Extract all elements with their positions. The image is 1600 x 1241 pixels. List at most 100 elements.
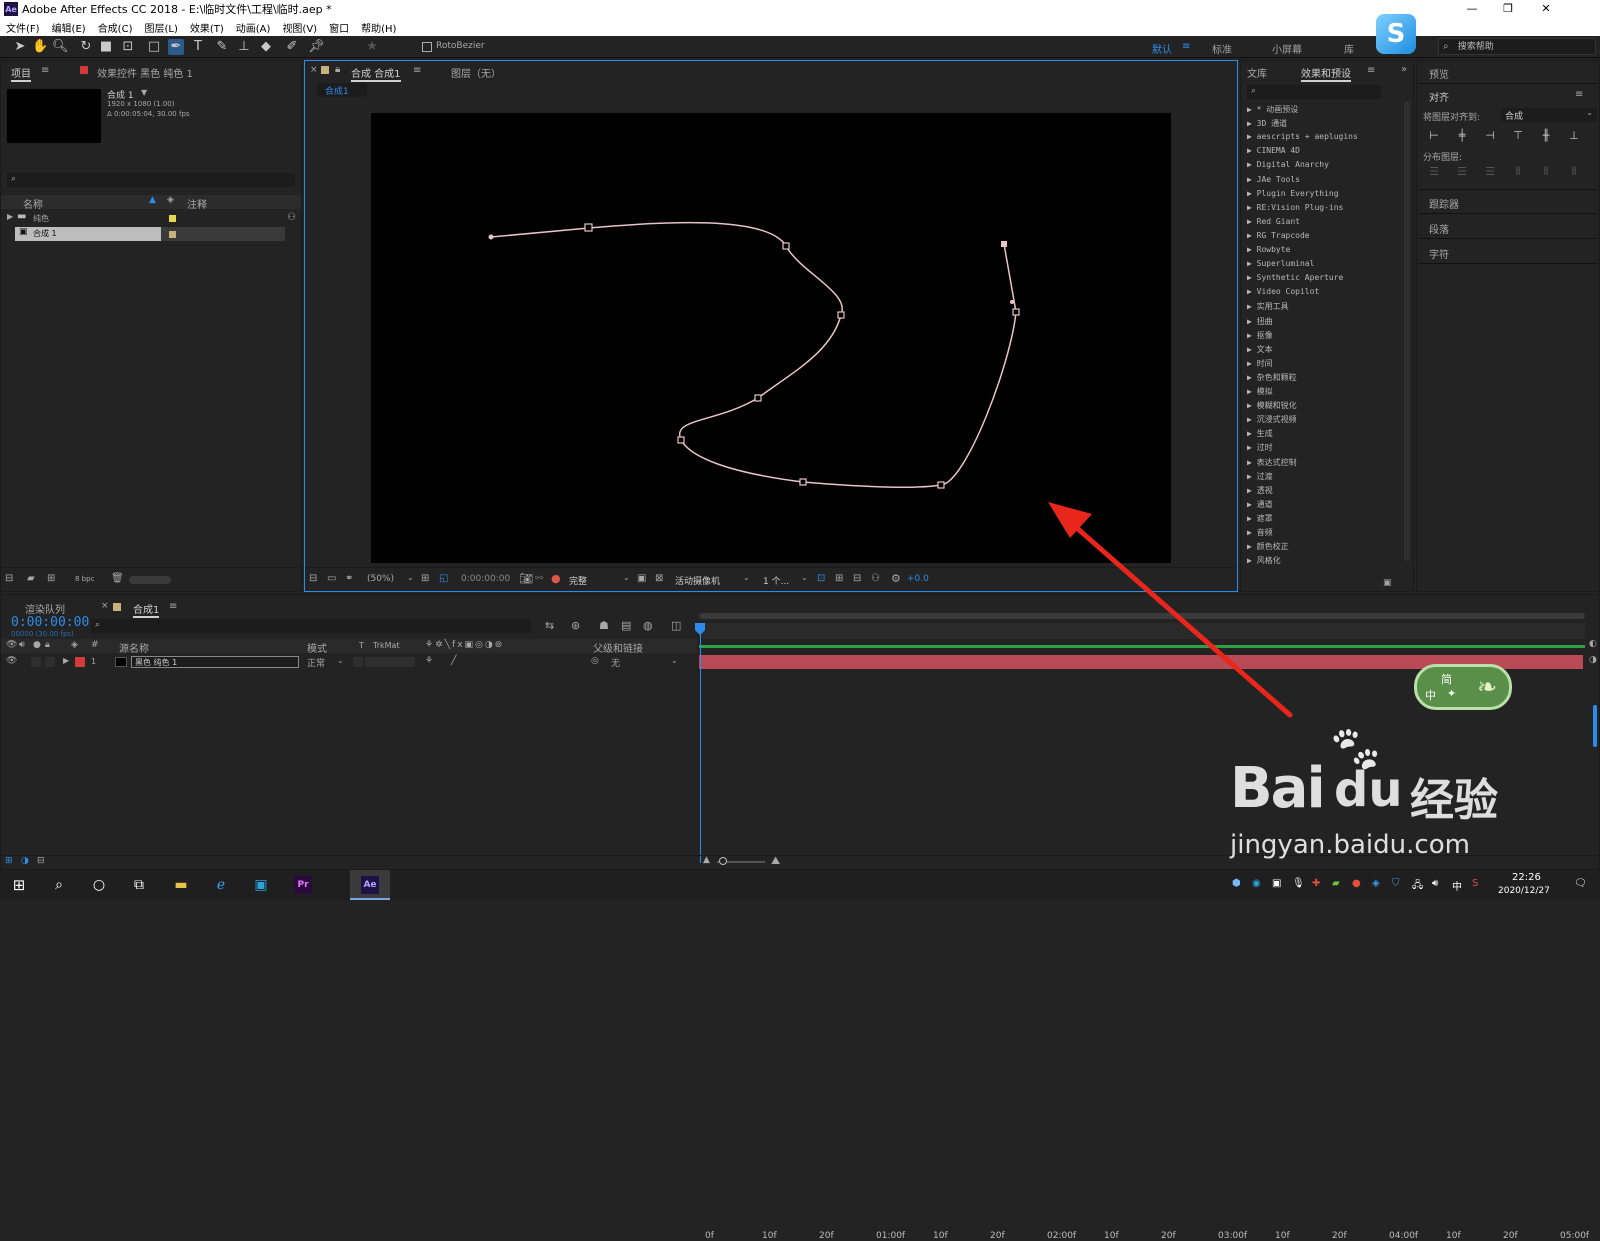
monitor-icon[interactable]: ▭ xyxy=(327,573,336,584)
timeline-zoom-thumb[interactable] xyxy=(719,857,727,865)
menu-effect[interactable]: 效果(T) xyxy=(190,20,224,35)
solo-icon[interactable]: ● xyxy=(33,640,41,650)
taskbar-clock[interactable]: 22:26 xyxy=(1512,872,1541,883)
expand-arrow-icon[interactable]: ▶ xyxy=(1247,146,1257,155)
tray-security-icon[interactable]: ✚ xyxy=(1312,878,1320,889)
lock-icon[interactable]: 🔒︎ xyxy=(335,64,340,75)
tray-vm-icon[interactable]: ▣ xyxy=(1272,878,1281,889)
chevron-down-icon[interactable]: ⌄ xyxy=(801,573,808,582)
workspace-default[interactable]: 默认 xyxy=(1152,41,1172,56)
expand-arrow-icon[interactable]: ▶ xyxy=(1247,175,1257,184)
brush-tool-icon[interactable]: ✎ xyxy=(214,39,230,55)
clone-stamp-tool-icon[interactable]: ⊥ xyxy=(236,39,252,55)
expand-arrow-icon[interactable]: ▶ xyxy=(63,656,69,665)
expand-arrow-icon[interactable]: ▶ xyxy=(1247,359,1257,368)
menu-help[interactable]: 帮助(H) xyxy=(361,20,396,35)
label-tag-icon[interactable]: ◈ xyxy=(167,195,174,205)
expand-arrow-icon[interactable]: ▶ xyxy=(1247,245,1257,254)
ime-simplified-label[interactable]: 简 xyxy=(1441,671,1452,687)
frame-blending-icon[interactable]: ▤ xyxy=(621,619,631,632)
reset-exposure-icon[interactable]: ⚙ xyxy=(891,572,901,585)
type-tool-icon[interactable]: T xyxy=(190,39,206,55)
help-search-input[interactable]: ⌕ 搜索帮助 xyxy=(1438,38,1596,55)
list-item[interactable]: ▶ Digital Anarchy xyxy=(1247,160,1329,169)
comp-mini-flowchart-icon[interactable]: ⇆ xyxy=(545,619,554,632)
list-item[interactable]: ▶ 生成 xyxy=(1247,428,1273,439)
draft-3d-icon[interactable]: ⊛ xyxy=(571,619,580,632)
tray-sync-icon[interactable]: ◉ xyxy=(1252,878,1261,889)
distribute-vcenter-icon[interactable]: ☰ xyxy=(1455,165,1469,179)
lock-icon[interactable]: 🔒︎ xyxy=(45,640,50,650)
puppet-pin-tool-icon[interactable]: 📌︎ xyxy=(308,39,325,55)
modes-toggle-icon[interactable]: ◑ xyxy=(21,856,29,866)
panel-menu-icon[interactable]: ≡ xyxy=(1367,65,1375,76)
trkmat-select[interactable] xyxy=(365,657,415,667)
camera-snapshot-icon[interactable]: 📷︎ xyxy=(519,572,533,585)
expand-arrow-icon[interactable]: ▶ xyxy=(1247,119,1257,128)
audio-icon[interactable]: 🔊︎ xyxy=(19,640,25,650)
close-button[interactable]: ✕ xyxy=(1528,0,1564,18)
sort-up-icon[interactable]: ▲ xyxy=(149,195,156,205)
graph-editor-icon[interactable]: ◫ xyxy=(671,619,681,632)
expand-arrow-icon[interactable]: ▶ xyxy=(1247,331,1257,340)
expand-arrow-icon[interactable]: ▶ xyxy=(1247,287,1257,296)
tray-volume-icon[interactable]: 🔊︎ xyxy=(1432,878,1438,889)
tracker-panel[interactable]: 跟踪器 xyxy=(1429,196,1459,211)
interpret-footage-icon[interactable]: ⊟ xyxy=(5,573,13,584)
col-trkmat[interactable]: TrkMat xyxy=(373,641,400,650)
list-item[interactable]: ▶ 抠像 xyxy=(1247,330,1273,341)
expand-arrow-icon[interactable]: ▶ xyxy=(1247,373,1257,382)
expand-arrow-icon[interactable]: ▶ xyxy=(1247,458,1257,467)
col-t[interactable]: T xyxy=(359,641,364,650)
tray-ime-label[interactable]: 中 xyxy=(1452,878,1462,893)
library-tab[interactable]: 文库 xyxy=(1247,65,1267,80)
rotobezier-checkbox[interactable] xyxy=(422,42,432,52)
align-left-icon[interactable]: ⊢ xyxy=(1427,129,1441,143)
workspace-standard[interactable]: 标准 xyxy=(1212,41,1232,56)
ime-punct-icon[interactable]: ✦ xyxy=(1447,687,1456,700)
align-to-select[interactable]: 合成 ⌄ xyxy=(1501,108,1597,122)
breadcrumb[interactable]: 合成1 xyxy=(317,83,367,97)
timeline-comp-tab[interactable]: 合成1 xyxy=(133,601,160,618)
shy-layers-icon[interactable]: ☗ xyxy=(599,619,609,632)
list-item[interactable]: ▶ Red Giant xyxy=(1247,217,1300,226)
col-source-name[interactable]: 源名称 xyxy=(119,640,149,655)
chevron-down-icon[interactable]: ⌄ xyxy=(671,656,678,665)
close-tab-icon[interactable]: × xyxy=(310,65,318,75)
expand-arrow-icon[interactable]: ▶ xyxy=(1247,105,1257,114)
cortana-icon[interactable]: ○ xyxy=(86,874,112,896)
show-snapshot-icon[interactable]: ⚯ xyxy=(535,573,543,584)
col-comment-header[interactable]: 注释 xyxy=(187,196,207,211)
eye-icon[interactable]: 👁︎ xyxy=(6,656,17,666)
expand-arrow-icon[interactable]: ▶ xyxy=(1247,401,1257,410)
new-preset-icon[interactable]: ▣ xyxy=(1383,578,1392,588)
list-item[interactable]: ▶ aescripts + aeplugins xyxy=(1247,132,1358,141)
label-tag-icon[interactable]: ◈ xyxy=(71,640,78,650)
list-item[interactable]: ▶ 扭曲 xyxy=(1247,316,1273,327)
list-item[interactable]: ▶ 沉浸式视频 xyxy=(1247,414,1297,425)
list-item[interactable]: ▶ * 动画预设 xyxy=(1247,104,1298,115)
title-safe-icon[interactable]: ⊞ xyxy=(421,573,429,584)
label-color-swatch[interactable] xyxy=(75,657,85,667)
shy-switch-icon[interactable]: ⚘ xyxy=(425,656,433,666)
new-folder-icon[interactable]: ▰ xyxy=(27,573,35,584)
preview-panel[interactable]: 预览 xyxy=(1429,66,1449,81)
workspace-small-screen[interactable]: 小屏幕 xyxy=(1272,41,1302,56)
rectangle-tool-icon[interactable]: □ xyxy=(146,39,162,55)
paragraph-panel[interactable]: 段落 xyxy=(1429,221,1449,236)
camera-select[interactable]: 活动摄像机 xyxy=(675,574,720,587)
views-select[interactable]: 1 个... xyxy=(763,574,789,587)
parent-select[interactable]: 无 xyxy=(611,656,620,669)
track-nav-icon[interactable]: ◑ xyxy=(1589,655,1597,665)
list-item[interactable]: ▶ ▬ 纯色 ⚇ xyxy=(1,211,301,226)
menu-window[interactable]: 窗口 xyxy=(329,20,349,35)
chevron-down-icon[interactable]: ⌄ xyxy=(623,573,630,582)
premiere-icon[interactable]: Pr xyxy=(294,876,312,894)
list-item[interactable]: ▶ CINEMA 4D xyxy=(1247,146,1300,155)
zoom-tool-icon[interactable]: 🔍︎ xyxy=(52,39,69,55)
menu-edit[interactable]: 编辑(E) xyxy=(52,20,86,35)
ime-chinese-label[interactable]: 中 xyxy=(1425,687,1436,703)
align-bottom-icon[interactable]: ⊥ xyxy=(1567,129,1581,143)
list-item[interactable]: ▶ 文本 xyxy=(1247,344,1273,355)
always-preview-icon[interactable]: ⊟ xyxy=(309,573,317,584)
